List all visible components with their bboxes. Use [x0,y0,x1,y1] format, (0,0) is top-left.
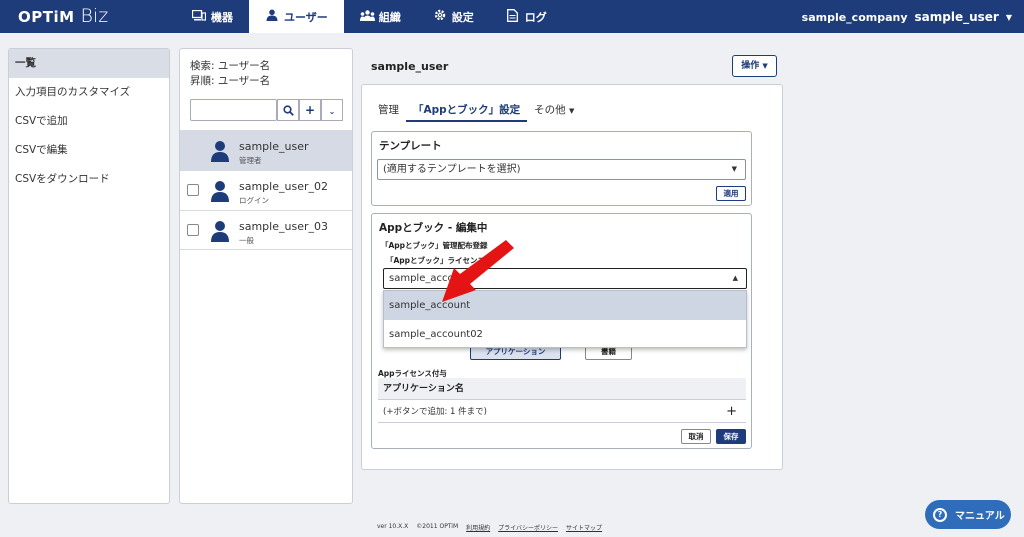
tab-manage[interactable]: 管理 [371,98,406,122]
annotation-arrow-icon [442,240,514,302]
user-row[interactable]: sample_user 管理者 [180,130,352,170]
save-button[interactable]: 保存 [716,429,746,444]
nav-tab-label: ログ [524,10,547,24]
search-button[interactable] [277,99,299,121]
nav-tab-label: ユーザー [284,10,328,24]
logo-main: OPTiM [18,8,75,26]
user-name: sample_user [239,140,309,153]
tab-app-book-settings[interactable]: 「Appとブック」設定 [406,98,528,122]
nav-tab-devices[interactable]: 機器 [176,0,249,33]
operations-label: 操作 [741,61,760,71]
user-checkbox[interactable] [187,184,199,196]
user-avatar-icon [211,221,229,242]
nav-tab-label: 設定 [451,10,474,24]
search-sort-info: 検索: ユーザー名 昇順: ユーザー名 [190,59,270,89]
sidebar-item-csv-edit[interactable]: CSVで編集 [9,136,169,165]
tab-others[interactable]: その他 ▼ [527,98,581,122]
apply-button[interactable]: 適用 [716,186,746,201]
user-avatar-icon [211,181,229,202]
license-option[interactable]: sample_account02 [384,320,746,349]
sidebar-item-customize-fields[interactable]: 入力項目のカスタマイズ [9,78,169,107]
sidebar-item-csv-download[interactable]: CSVをダウンロード [9,165,169,194]
footer: ver 10.X.X ©2011 OPTiM 利用規約 プライバシーポリシー サ… [377,523,602,532]
user-name: sample_user_02 [239,180,328,193]
app-book-title: Appとブック - 編集中 [379,222,488,234]
user-role: 一般 [239,236,254,245]
app-table-header: アプリケーション名 [378,378,746,400]
detail-tabs: 管理 「Appとブック」設定 その他 ▼ [371,98,581,122]
user-checkbox[interactable] [187,224,199,236]
main-nav: 機器 ユーザー 組織 設定 ログ [176,0,563,33]
optim-biz-logo[interactable]: OPTiM Biz [18,5,108,27]
template-section: テンプレート (適用するテンプレートを選択) ▼ 適用 [371,131,752,206]
version: ver 10.X.X [377,523,409,530]
sitemap-link[interactable]: サイトマップ [566,523,602,532]
terms-link[interactable]: 利用規約 [466,523,490,532]
sidebar-item-csv-add[interactable]: CSVで追加 [9,107,169,136]
tab-others-label: その他 [534,104,566,116]
template-title: テンプレート [379,140,442,152]
user-icon [265,9,279,24]
sidebar: 一覧 入力項目のカスタマイズ CSVで追加 CSVで編集 CSVをダウンロード [8,48,170,504]
user-row[interactable]: sample_user_03 一般 [180,210,352,250]
page-title: sample_user [371,60,449,73]
gear-icon [433,9,447,24]
user-list-panel: 検索: ユーザー名 昇順: ユーザー名 + ⌄ sample_user 管理者 … [179,48,353,504]
caret-down-icon: ▼ [731,165,737,173]
caret-down-icon: ▼ [569,107,575,115]
user-role: ログイン [239,196,269,205]
account-menu[interactable]: sample_company sample_user ▼ [802,10,1012,24]
copyright: ©2011 OPTiM [416,523,459,530]
logo-sub: Biz [80,5,109,27]
add-app-icon[interactable]: + [726,401,737,423]
chevron-down-icon: ▼ [1005,12,1012,22]
help-icon: ? [933,507,947,522]
manual-button[interactable]: ? マニュアル [925,500,1011,529]
app-table-row: (+ボタンで追加: 1 件まで) + [378,401,746,423]
user-name: sample_user_03 [239,220,328,233]
user-row[interactable]: sample_user_02 ログイン [180,170,352,210]
nav-tab-log[interactable]: ログ [490,0,563,33]
search-icon [282,105,294,116]
nav-tab-users[interactable]: ユーザー [249,0,344,33]
manual-label: マニュアル [955,511,1005,522]
search-label: 検索: ユーザー名 [190,60,271,72]
top-navigation-bar: OPTiM Biz 機器 ユーザー 組織 設定 ログ sample_compan… [0,0,1024,33]
caret-down-icon: ▼ [762,62,768,70]
user-avatar-icon [211,141,229,162]
template-select-value: (適用するテンプレートを選択) [383,164,521,175]
chevron-down-icon: ⌄ [328,107,336,116]
nav-tab-settings[interactable]: 設定 [417,0,490,33]
search-input[interactable] [190,99,277,121]
sidebar-item-list[interactable]: 一覧 [9,49,169,78]
user-role: 管理者 [239,156,262,165]
log-icon [506,8,520,25]
filter-dropdown-button[interactable]: ⌄ [321,99,343,121]
current-user-name: sample_user [914,10,999,24]
company-name: sample_company [801,10,908,24]
organization-icon [359,9,375,24]
app-table-placeholder: (+ボタンで追加: 1 件まで) [383,407,487,417]
device-icon [191,9,207,24]
cancel-button[interactable]: 取消 [681,429,711,444]
plus-icon: + [304,103,316,117]
nav-tab-label: 機器 [211,10,233,24]
sort-label: 昇順: ユーザー名 [190,75,271,87]
caret-up-icon: ▲ [732,274,738,282]
privacy-link[interactable]: プライバシーポリシー [498,523,558,532]
template-select[interactable]: (適用するテンプレートを選択) ▼ [377,159,746,180]
nav-tab-organization[interactable]: 組織 [344,0,417,33]
add-user-button[interactable]: + [299,99,321,121]
operations-button[interactable]: 操作 ▼ [732,55,777,77]
nav-tab-label: 組織 [378,10,401,24]
